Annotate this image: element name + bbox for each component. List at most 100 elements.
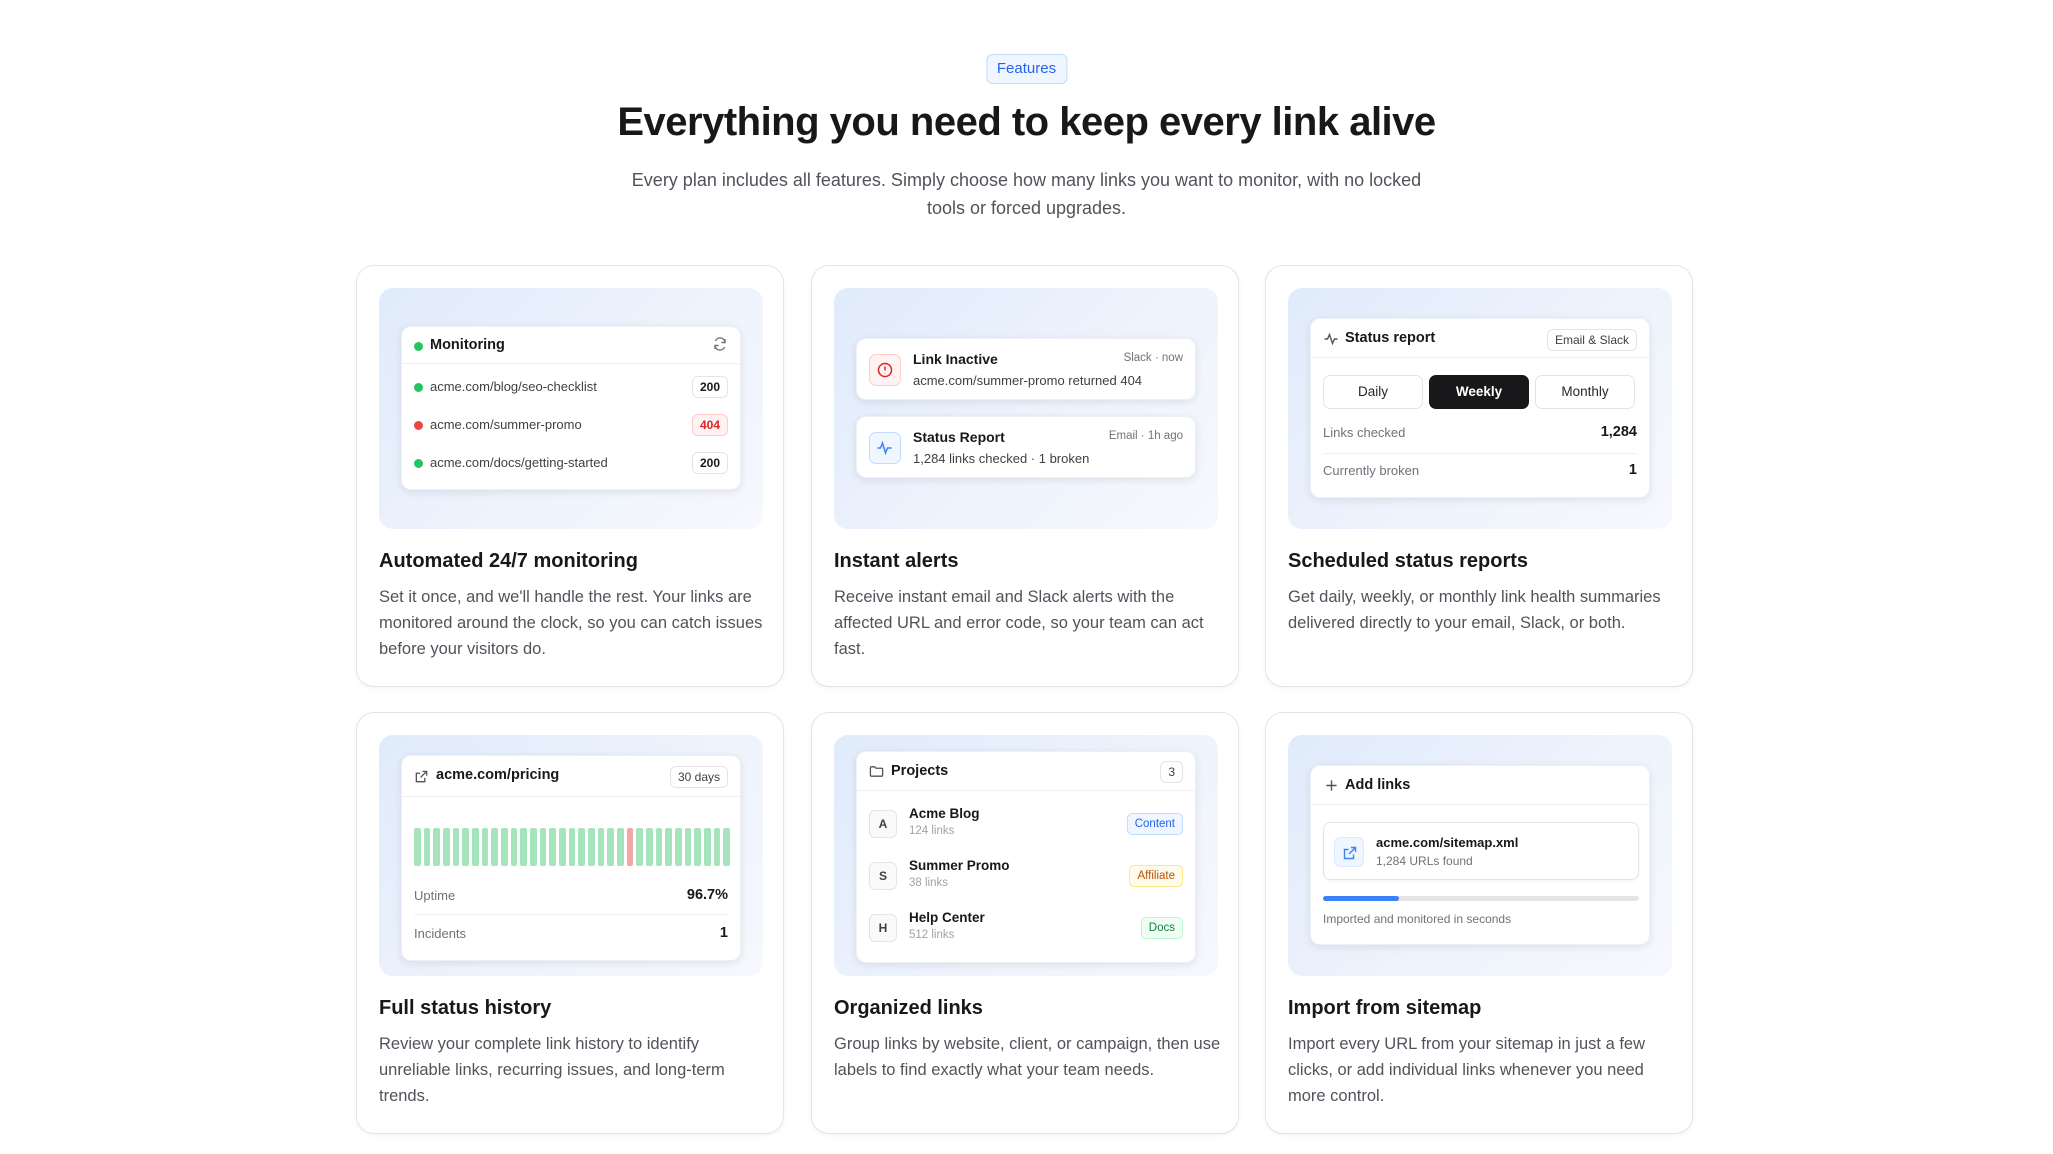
project-row[interactable]: S Summer Promo 38 links Affiliate	[857, 856, 1195, 900]
uptime-bar-up[interactable]	[675, 828, 682, 866]
uptime-bar-up[interactable]	[472, 828, 479, 866]
alert-meta: Slack · now	[1123, 352, 1183, 364]
project-label-badge: Docs	[1140, 917, 1183, 939]
uptime-bar-up[interactable]	[443, 828, 450, 866]
card-title: Instant alerts	[834, 550, 959, 572]
monitored-link-row[interactable]: acme.com/summer-promo 404	[402, 411, 740, 441]
uptime-bar-up[interactable]	[530, 828, 537, 866]
status-code-badge: 200	[691, 452, 728, 474]
tab-monthly[interactable]: Monthly	[1535, 375, 1635, 409]
section-title: Everything you need to keep every link a…	[617, 100, 1436, 144]
status-code-badge: 404	[691, 414, 728, 436]
uptime-bar-up[interactable]	[481, 828, 489, 866]
uptime-bar-up[interactable]	[414, 828, 421, 866]
history-preview: acme.com/pricing 30 days Uptime 96.7% Inci…	[379, 735, 763, 976]
projects-title: Projects	[891, 763, 949, 779]
uptime-bar-up[interactable]	[607, 828, 614, 866]
status-report-title: Status report	[1345, 330, 1436, 346]
uptime-bar-incident[interactable]	[626, 828, 634, 866]
alerts-preview: Link Inactive Slack · now acme.com/summer-…	[834, 288, 1218, 529]
uptime-bar-up[interactable]	[684, 828, 692, 866]
refresh-icon[interactable]	[712, 336, 728, 352]
alert-title: Link Inactive	[913, 351, 998, 367]
sitemap-file-box[interactable]: acme.com/sitemap.xml 1,284 URLs found	[1323, 822, 1639, 880]
stat-label: Incidents	[414, 926, 467, 941]
uptime-bar-up[interactable]	[713, 828, 721, 866]
feature-card-organized: Projects 3 A Acme Blog 124 links Content S Su…	[811, 712, 1239, 1134]
reports-preview: Status report Email & Slack Daily Weekly M…	[1288, 288, 1672, 529]
uptime-bar-up[interactable]	[723, 828, 730, 866]
card-description: Review your complete link history to ide…	[379, 1035, 725, 1105]
plus-icon[interactable]	[1325, 779, 1338, 792]
monitored-link-row[interactable]: acme.com/docs/getting-started 200	[402, 449, 740, 479]
add-links-panel: Add links acme.com/sitemap.xml 1,284 URL…	[1310, 765, 1650, 945]
uptime-bar-up[interactable]	[491, 828, 498, 866]
import-caption: Imported and monitored in seconds	[1323, 912, 1512, 926]
divider	[414, 914, 728, 915]
tab-daily[interactable]: Daily	[1323, 375, 1423, 409]
card-title: Import from sitemap	[1288, 997, 1482, 1019]
card-description: Group links by website, client, or campa…	[834, 1035, 1221, 1079]
feature-card-sitemap: Add links acme.com/sitemap.xml 1,284 URL…	[1265, 712, 1693, 1134]
project-row[interactable]: A Acme Blog 124 links Content	[857, 804, 1195, 848]
project-label-badge: Affiliate	[1129, 865, 1183, 887]
status-report-panel: Status report Email & Slack Daily Weekly M…	[1310, 318, 1650, 498]
tab-weekly[interactable]: Weekly	[1429, 375, 1529, 409]
uptime-bar-up[interactable]	[665, 828, 672, 866]
uptime-bar-up[interactable]	[520, 828, 527, 866]
uptime-bar-up[interactable]	[597, 828, 605, 866]
external-link-icon	[414, 769, 429, 784]
uptime-bar-up[interactable]	[549, 828, 556, 866]
alert-circle-icon	[869, 354, 901, 386]
uptime-bar-up[interactable]	[539, 828, 547, 866]
uptime-bar-up[interactable]	[501, 828, 508, 866]
status-dot-icon	[414, 383, 423, 392]
uptime-bar-up[interactable]	[694, 828, 701, 866]
history-panel: acme.com/pricing 30 days Uptime 96.7% Inci…	[401, 755, 741, 961]
project-row[interactable]: H Help Center 512 links Docs	[857, 908, 1195, 952]
card-title: Organized links	[834, 997, 983, 1019]
status-dot-icon	[414, 342, 423, 351]
projects-panel: Projects 3 A Acme Blog 124 links Content S Su…	[856, 751, 1196, 963]
project-label-badge: Content	[1126, 813, 1183, 835]
project-name: Summer Promo	[909, 858, 1010, 873]
uptime-bar-up[interactable]	[617, 828, 624, 866]
history-url: acme.com/pricing	[436, 767, 560, 783]
sitemap-preview: Add links acme.com/sitemap.xml 1,284 URL…	[1288, 735, 1672, 976]
uptime-bar-up[interactable]	[559, 828, 566, 866]
card-description: Receive instant email and Slack alerts w…	[834, 588, 1204, 658]
status-code-badge: 200	[691, 376, 728, 398]
alert-body: 1,284 links checked · 1 broken	[913, 451, 1090, 466]
activity-icon	[869, 432, 901, 464]
uptime-bar-up[interactable]	[462, 828, 469, 866]
uptime-bar-up[interactable]	[704, 828, 711, 866]
monitored-url: acme.com/summer-promo	[430, 417, 582, 432]
uptime-bar-up[interactable]	[655, 828, 663, 866]
project-link-count: 512 links	[909, 929, 955, 941]
monitored-url: acme.com/docs/getting-started	[430, 455, 608, 470]
uptime-bar-up[interactable]	[578, 828, 585, 866]
uptime-bar-up[interactable]	[588, 828, 595, 866]
project-link-count: 124 links	[909, 825, 955, 837]
uptime-bar-up[interactable]	[636, 828, 643, 866]
uptime-bar-up[interactable]	[423, 828, 431, 866]
uptime-bar-up[interactable]	[433, 828, 440, 866]
folder-icon	[869, 764, 884, 779]
card-title: Automated 24/7 monitoring	[379, 550, 638, 572]
uptime-bar-up[interactable]	[452, 828, 460, 866]
import-progress-fill	[1323, 896, 1399, 901]
monitoring-preview: Monitoring acme.com/blog/seo-checklist 20…	[379, 288, 763, 529]
alert-notification[interactable]: Status Report Email · 1h ago 1,284 links c…	[856, 416, 1196, 478]
uptime-bar-up[interactable]	[568, 828, 576, 866]
status-dot-icon	[414, 421, 423, 430]
activity-icon	[1323, 331, 1339, 347]
project-avatar: H	[869, 914, 897, 942]
uptime-bar-up[interactable]	[510, 828, 518, 866]
uptime-bar-up[interactable]	[646, 828, 653, 866]
divider	[1311, 357, 1649, 358]
feature-card-reports: Status report Email & Slack Daily Weekly M…	[1265, 265, 1693, 687]
alert-notification[interactable]: Link Inactive Slack · now acme.com/summer-…	[856, 338, 1196, 400]
stat-value: 1,284	[1600, 424, 1637, 440]
project-count-badge: 3	[1160, 761, 1183, 783]
monitored-link-row[interactable]: acme.com/blog/seo-checklist 200	[402, 373, 740, 403]
